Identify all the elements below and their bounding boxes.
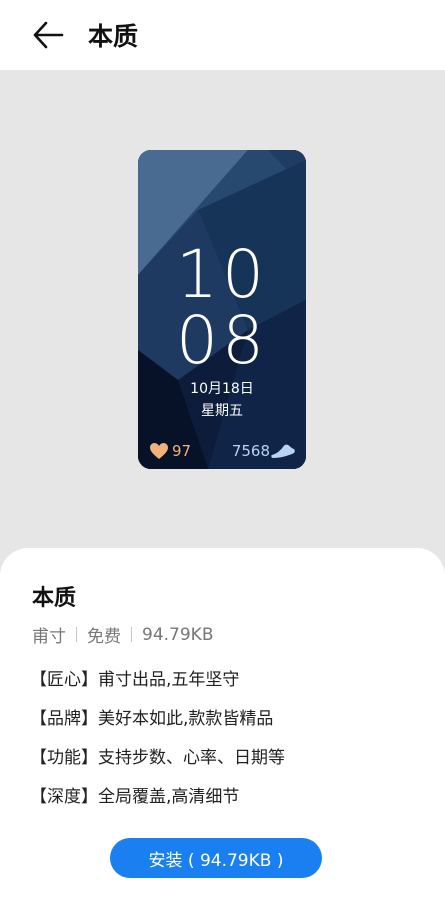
description: 【匠心】甫寸出品,五年坚守 【品牌】美好本如此,款款皆精品 【功能】支持步数、心… <box>30 668 285 824</box>
watchface-meta: 甫寸 免费 94.79KB <box>32 622 214 648</box>
heart-icon <box>150 443 168 459</box>
size-label: 94.79KB <box>142 624 214 645</box>
price-label: 免费 <box>87 627 121 647</box>
divider <box>76 627 77 642</box>
app-bar: 本质 <box>0 0 445 70</box>
description-line: 【深度】全局覆盖,高清细节 <box>30 787 240 807</box>
back-button[interactable] <box>30 17 66 53</box>
watch-hour: 10 <box>176 236 268 313</box>
description-line: 【功能】支持步数、心率、日期等 <box>30 748 285 768</box>
steps-value: 7568 <box>231 442 270 460</box>
watch-minute: 08 <box>176 302 268 379</box>
author-label: 甫寸 <box>32 627 66 647</box>
arrow-left-icon <box>33 21 64 49</box>
heart-rate-value: 97 <box>172 442 192 460</box>
details-sheet: 本质 甫寸 免费 94.79KB 【匠心】甫寸出品,五年坚守 【品牌】美好本如此… <box>0 548 445 898</box>
description-line: 【品牌】美好本如此,款款皆精品 <box>30 709 274 729</box>
description-line: 【匠心】甫寸出品,五年坚守 <box>30 670 240 690</box>
watch-date: 10月18日 <box>190 381 254 397</box>
page-title: 本质 <box>88 22 139 51</box>
install-button[interactable]: 安装 ( 94.79KB ) <box>110 838 322 878</box>
shoe-icon <box>271 444 295 458</box>
watchface-preview-area: 10 08 10月18日 星期五 97 7568 <box>0 70 445 550</box>
watch-weekday: 星期五 <box>201 403 243 419</box>
watchface-name: 本质 <box>32 586 77 611</box>
divider <box>131 627 132 642</box>
watchface-preview: 10 08 10月18日 星期五 97 7568 <box>138 150 306 469</box>
